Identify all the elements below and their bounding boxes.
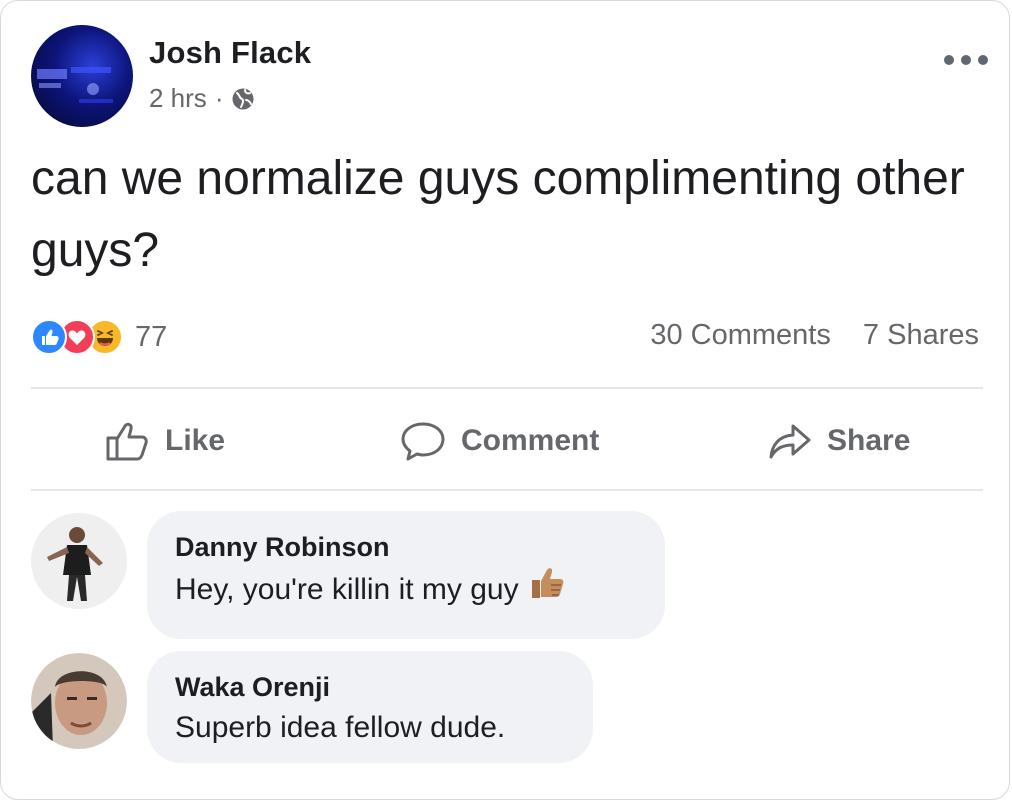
comment-text: Hey, you're killin it my guy xyxy=(175,565,637,615)
divider xyxy=(31,489,983,491)
comment-icon xyxy=(401,422,445,461)
post-meta: 2 hrs · xyxy=(149,83,255,114)
reaction-count[interactable]: 77 xyxy=(135,321,167,354)
meta-separator: · xyxy=(214,83,224,113)
globe-icon xyxy=(231,87,255,111)
comment-text-content: Hey, you're killin it my guy xyxy=(175,573,519,606)
post-stats: 30 Comments 7 Shares xyxy=(650,319,979,352)
like-label: Like xyxy=(165,424,226,457)
commenter-avatar[interactable] xyxy=(31,513,127,609)
reactions-summary[interactable]: 77 xyxy=(31,317,167,357)
commenter-avatar[interactable] xyxy=(31,653,127,749)
post-text: can we normalize guys complimenting othe… xyxy=(31,152,965,277)
thumbs-up-emoji-icon xyxy=(529,565,567,615)
author-name[interactable]: Josh Flack xyxy=(149,35,311,71)
comments-count[interactable]: 30 Comments xyxy=(650,319,831,351)
commenter-name[interactable]: Waka Orenji xyxy=(175,669,565,705)
share-button[interactable]: Share xyxy=(767,419,910,463)
like-button[interactable]: Like xyxy=(105,419,225,463)
share-icon xyxy=(769,424,811,459)
commenter-name[interactable]: Danny Robinson xyxy=(175,529,637,565)
like-reaction-icon xyxy=(31,319,67,355)
thumbs-up-icon xyxy=(106,422,148,461)
more-options-icon[interactable] xyxy=(943,53,989,65)
post-card: Josh Flack 2 hrs · can we normalize guys… xyxy=(0,0,1010,800)
comment-text: Superb idea fellow dude. xyxy=(175,711,506,744)
comment-bubble: Danny Robinson Hey, you're killin it my … xyxy=(147,511,665,639)
post-time[interactable]: 2 hrs xyxy=(149,83,207,114)
share-label: Share xyxy=(827,424,911,457)
comment-label: Comment xyxy=(461,424,600,457)
divider xyxy=(31,387,983,389)
comment-bubble: Waka Orenji Superb idea fellow dude. xyxy=(147,651,593,763)
comment-button[interactable]: Comment xyxy=(399,419,599,463)
shares-count[interactable]: 7 Shares xyxy=(863,319,979,351)
author-avatar[interactable] xyxy=(31,25,133,127)
